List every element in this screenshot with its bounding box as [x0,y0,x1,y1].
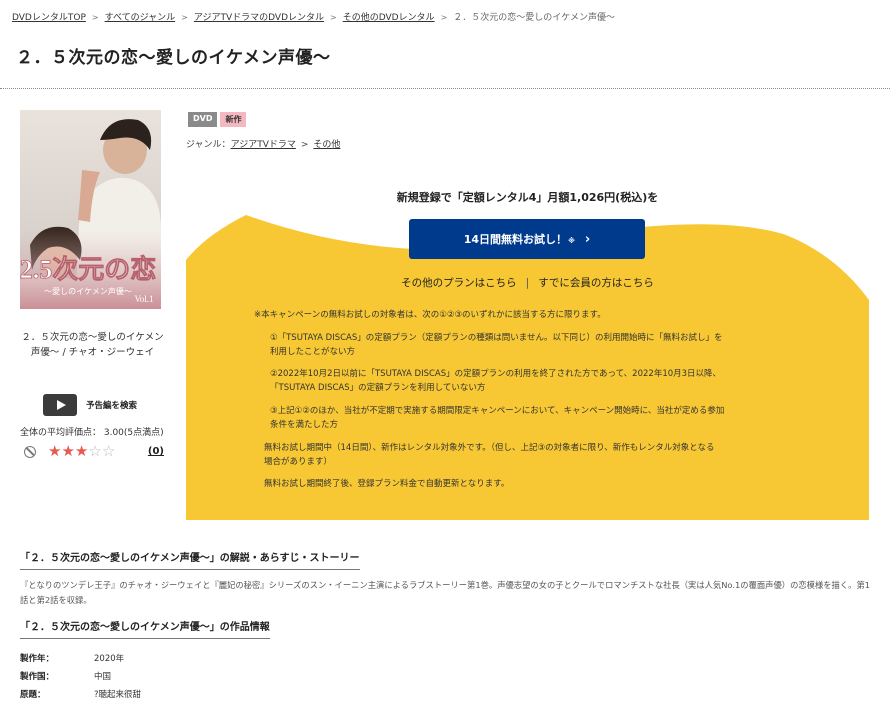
breadcrumb: DVDレンタルTOP > すべてのジャンル > アジアTVドラマのDVDレンタル > その他… [12,10,615,23]
breadcrumb-link-other[interactable]: その他のDVDレンタル [343,13,435,23]
format-badges: DVD 新作 [188,112,247,127]
genre-label: ジャンル： [186,140,231,150]
note-line: 無料お試し期間中（14日間）、新作はレンタル対象外です。（但し、上記③の対象者に… [264,443,715,453]
work-info-row-country: 製作国： 中国 [20,670,111,682]
new-release-badge: 新作 [220,112,247,127]
page-title: ２．５次元の恋～愛しのイケメン声優～ [16,48,331,68]
free-trial-note-mark: ※ [568,237,575,245]
plan-links-divider: | [525,277,530,289]
not-interested-icon[interactable] [24,445,36,458]
breadcrumb-separator: > [181,13,188,22]
note-line: ①「TSUTAYA DISCAS」の定額プラン（定額プランの種類は問いません。以… [270,333,723,343]
star-filled-icon: ★ [74,442,89,460]
genre-separator: > [300,140,309,150]
star-empty-icon: ☆ [88,442,102,460]
trailer-search-label: 予告編を検索 [86,401,138,411]
divider [0,88,890,89]
note-line: ②2022年10月2日以前に「TSUTAYA DISCAS」の定額プランの利用を… [270,369,722,379]
campaign-note-intro: ※本キャンペーンの無料お試しの対象者は、次の①②③のいずれかに該当する方に限りま… [254,310,606,320]
trailer-search-button[interactable]: 予告編を検索 [43,394,137,416]
work-info-value: 2020年 [94,654,125,664]
star-empty-icon: ☆ [101,442,116,460]
note-line: 利用したことがない方 [270,347,356,357]
work-info-row-original-title: 原題： ?聴起来很甜 [20,688,141,700]
synopsis-text: 『となりのツンデレ王子』のチャオ・ジーウェイと『麗妃の秘密』シリーズのスン・イー… [20,580,871,605]
work-info-row-year: 製作年： 2020年 [20,652,124,664]
work-info-value: 中国 [94,672,112,682]
synopsis-heading: 「２．５次元の恋～愛しのイケメン声優～」の解説・あらすじ・ストーリー [20,549,360,570]
work-info-label: 製作年： [20,654,55,664]
breadcrumb-separator: > [440,13,448,22]
rating-row: ★★★☆☆ (0) [24,444,164,459]
product-title-caption: ２．５次元の恋～愛しのイケメン声優～ / チャオ・ジーウェイ [21,332,164,358]
work-info-heading: 「２．５次元の恋～愛しのイケメン声優～」の作品情報 [20,618,270,639]
breadcrumb-link-all-genres[interactable]: すべてのジャンル [105,13,176,23]
play-icon [43,394,77,416]
breadcrumb-link-top[interactable]: DVDレンタルTOP [12,13,86,23]
campaign-note-item-3: ③上記①②のほか、当社が不定期で実施する期間限定キャンペーンにおいて、キャンペー… [270,404,810,432]
work-info-label: 原題： [20,690,46,700]
note-line: 場合があります） [264,457,333,467]
star-rating[interactable]: ★★★☆☆ [48,444,115,459]
other-plans-link[interactable]: その他のプランはこちら [401,277,517,289]
work-info-label: 製作国： [20,672,55,682]
free-trial-label: 14日間無料お試し！ [463,233,568,246]
cover-title-logo: 2.5次元の恋 [20,254,156,284]
dvd-badge: DVD [188,112,218,127]
note-line: 条件を満たした方 [270,420,339,430]
cover-subtitle: 〜愛しのイケメン声優〜 [44,286,132,296]
star-filled-icon: ★ [61,442,75,460]
review-count-link[interactable]: (0) [148,446,164,457]
note-line: 「TSUTAYA DISCAS」の定額プランを利用していない方 [270,383,486,393]
breadcrumb-separator: > [91,13,99,22]
average-rating-text: 全体の平均評価点： 3.00(5点満点) [20,428,164,438]
plan-links: その他のプランはこちら | すでに会員の方はこちら [186,275,869,290]
trial-period-note: 無料お試し期間中（14日間）、新作はレンタル対象外です。（但し、上記③の対象者に… [264,441,804,469]
genre-link-asia-tv-drama[interactable]: アジアTVドラマ [231,140,296,150]
note-line: ③上記①②のほか、当社が不定期で実施する期間限定キャンペーンにおいて、キャンペー… [270,406,725,416]
free-trial-button[interactable]: 14日間無料お試し！ ※ › [409,219,645,259]
work-info-value: ?聴起来很甜 [94,690,142,700]
genre-link-other[interactable]: その他 [313,140,340,150]
campaign-note-item-2: ②2022年10月2日以前に「TSUTAYA DISCAS」の定額プランの利用を… [270,367,810,395]
cover-volume: Vol.1 [134,294,153,304]
breadcrumb-separator: > [330,13,337,22]
dvd-cover-image[interactable]: 2.5次元の恋 〜愛しのイケメン声優〜 Vol.1 [20,110,161,309]
promo-headline: 新規登録で「定額レンタル4」月額1,026円(税込)を [396,191,659,204]
auto-renew-note: 無料お試し期間終了後、登録プラン料金で自動更新となります。 [264,479,510,489]
campaign-note-item-1: ①「TSUTAYA DISCAS」の定額プラン（定額プランの種類は問いません。以… [270,331,810,359]
dvd-cover-art: 2.5次元の恋 〜愛しのイケメン声優〜 Vol.1 [20,110,161,309]
breadcrumb-link-asia-tv-drama[interactable]: アジアTVドラマのDVDレンタル [194,13,324,23]
breadcrumb-current: ２．５次元の恋～愛しのイケメン声優～ [453,13,615,23]
chevron-right-icon: › [584,231,591,247]
genre-row: ジャンル：アジアTVドラマ > その他 [186,137,340,150]
existing-member-link[interactable]: すでに会員の方はこちら [538,277,654,289]
star-filled-icon: ★ [48,442,62,460]
